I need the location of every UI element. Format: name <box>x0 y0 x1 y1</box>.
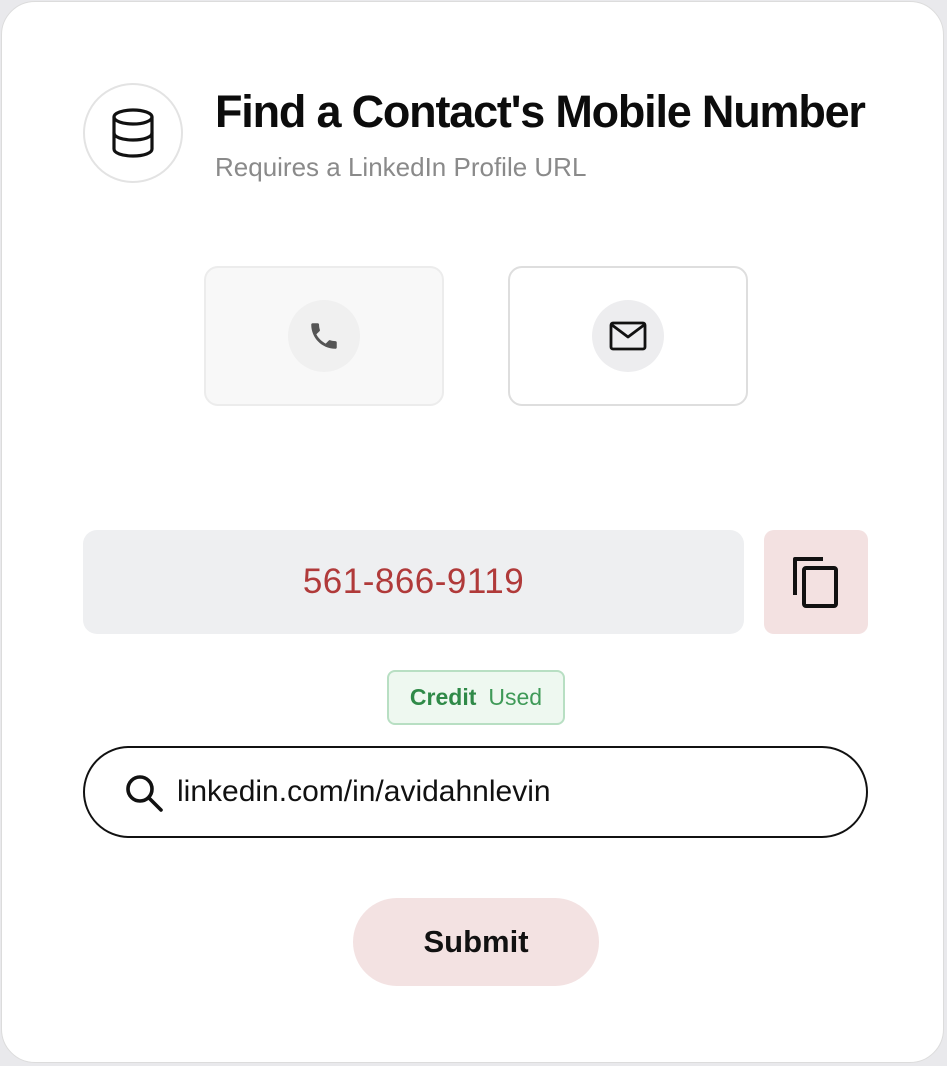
page-subtitle: Requires a LinkedIn Profile URL <box>215 152 587 182</box>
badge-light-text: Used <box>488 684 543 710</box>
mail-icon <box>609 321 647 351</box>
contact-finder-card: Find a Contact's Mobile Number Requires … <box>1 1 944 1063</box>
database-icon <box>83 83 183 183</box>
email-mode-button[interactable] <box>508 266 748 406</box>
phone-icon <box>311 323 337 349</box>
linkedin-url-field[interactable] <box>83 746 868 838</box>
copy-button[interactable] <box>764 530 868 634</box>
phone-result-field: 561-866-9119 <box>83 530 744 634</box>
badge-strong-text: Credit <box>409 684 477 710</box>
credit-used-badge: Credit Used <box>387 670 565 725</box>
linkedin-url-input[interactable] <box>177 764 837 820</box>
submit-button[interactable]: Submit <box>353 898 599 986</box>
search-icon <box>126 775 163 812</box>
phone-icon-circle <box>288 300 360 372</box>
page-title: Find a Contact's Mobile Number <box>215 86 866 137</box>
mail-icon-circle <box>592 300 664 372</box>
phone-mode-button[interactable] <box>204 266 444 406</box>
copy-icon <box>793 557 838 608</box>
